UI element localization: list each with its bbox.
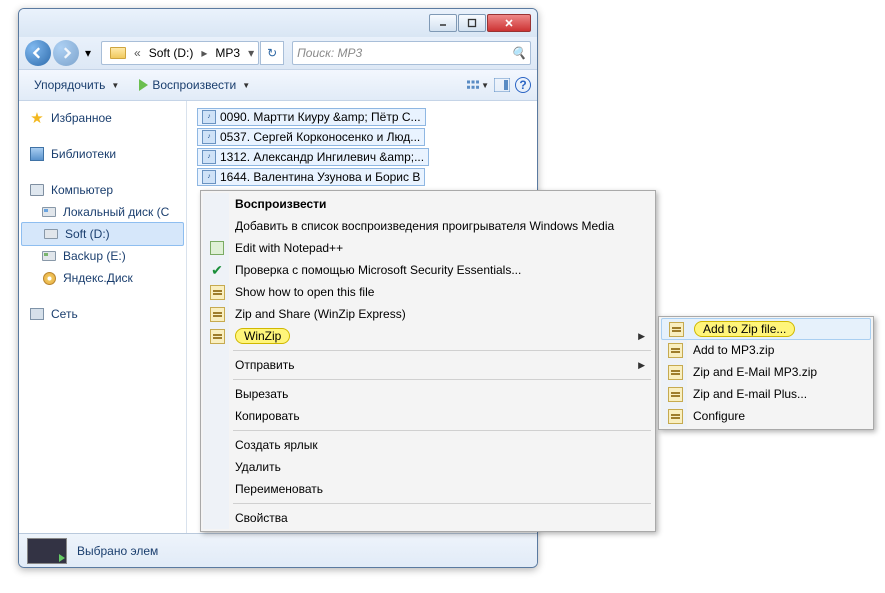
- chevron-down-icon[interactable]: ▾: [246, 46, 256, 60]
- ctx-delete[interactable]: Удалить: [203, 456, 653, 478]
- nav-computer[interactable]: Компьютер: [19, 179, 186, 201]
- nav-libraries[interactable]: Библиотеки: [19, 143, 186, 165]
- sub-configure[interactable]: Configure: [661, 405, 871, 427]
- ctx-copy[interactable]: Копировать: [203, 405, 653, 427]
- winzip-icon: [667, 320, 685, 338]
- computer-icon: [29, 182, 45, 198]
- list-item[interactable]: ♪0090. Мартти Киуру &amp; Пётр С...: [191, 107, 533, 126]
- drive-icon: [41, 204, 57, 220]
- submenu-arrow-icon: ▶: [638, 331, 645, 342]
- toolbar: Упорядочить▼ Воспроизвести▼ ▼ ?: [19, 69, 537, 101]
- status-bar: Выбрано элем: [19, 533, 537, 567]
- network-icon: [29, 306, 45, 322]
- yandex-disk-icon: [41, 270, 57, 286]
- ctx-send-to[interactable]: Отправить▶: [203, 354, 653, 376]
- mp3-icon: ♪: [202, 110, 216, 124]
- nav-drive-d[interactable]: Soft (D:): [21, 222, 184, 246]
- search-input[interactable]: Поиск: MP3 🔍: [292, 41, 531, 65]
- nav-pane: ★Избранное Библиотеки Компьютер Локальны…: [19, 101, 187, 533]
- ctx-play[interactable]: Воспроизвести: [203, 193, 653, 215]
- status-text: Выбрано элем: [77, 544, 158, 558]
- winzip-submenu: Add to Zip file... Add to MP3.zip Zip an…: [658, 316, 874, 430]
- play-icon: [139, 79, 148, 91]
- libraries-icon: [29, 146, 45, 162]
- forward-button[interactable]: [53, 40, 79, 66]
- breadcrumb-chevrons: «: [132, 46, 143, 60]
- back-button[interactable]: [25, 40, 51, 66]
- ctx-cut[interactable]: Вырезать: [203, 383, 653, 405]
- ctx-rename[interactable]: Переименовать: [203, 478, 653, 500]
- winzip-icon: [666, 385, 684, 403]
- preview-pane-button[interactable]: [491, 74, 513, 96]
- thumbnail: [27, 538, 67, 564]
- mp3-icon: ♪: [202, 130, 216, 144]
- drive-icon: [43, 226, 59, 242]
- nav-drive-c[interactable]: Локальный диск (C: [19, 201, 186, 223]
- submenu-arrow-icon: ▶: [638, 360, 645, 371]
- maximize-button[interactable]: [458, 14, 486, 32]
- history-dropdown[interactable]: ▾: [81, 42, 95, 64]
- mp3-icon: ♪: [202, 150, 216, 164]
- close-button[interactable]: [487, 14, 531, 32]
- ctx-how-open[interactable]: Show how to open this file: [203, 281, 653, 303]
- ctx-zip-share[interactable]: Zip and Share (WinZip Express): [203, 303, 653, 325]
- star-icon: ★: [29, 110, 45, 126]
- sub-add-zip[interactable]: Add to Zip file...: [661, 318, 871, 340]
- list-item[interactable]: ♪1312. Александр Ингилевич &amp;...: [191, 147, 533, 166]
- list-item[interactable]: ♪0537. Сергей Корконосенко и Люд...: [191, 127, 533, 146]
- nav-drive-e[interactable]: Backup (E:): [19, 245, 186, 267]
- organize-button[interactable]: Упорядочить▼: [25, 73, 128, 97]
- breadcrumb[interactable]: « Soft (D:) ▸ MP3 ▾: [101, 41, 259, 65]
- nav-network[interactable]: Сеть: [19, 303, 186, 325]
- winzip-icon: [208, 327, 226, 345]
- list-item[interactable]: ♪1644. Валентина Узунова и Борис В: [191, 167, 533, 186]
- search-placeholder: Поиск: MP3: [297, 46, 362, 60]
- winzip-icon: [208, 305, 226, 323]
- drive-icon: [41, 248, 57, 264]
- address-bar: ▾ « Soft (D:) ▸ MP3 ▾ ↻ Поиск: MP3 🔍: [19, 37, 537, 69]
- ctx-winzip[interactable]: WinZip▶: [203, 325, 653, 347]
- shield-icon: ✔: [208, 261, 226, 279]
- help-button[interactable]: ?: [515, 77, 531, 93]
- refresh-button[interactable]: ↻: [260, 41, 284, 65]
- breadcrumb-seg-soft[interactable]: Soft (D:): [143, 42, 200, 64]
- sub-zip-email-plus[interactable]: Zip and E-mail Plus...: [661, 383, 871, 405]
- winzip-icon: [666, 407, 684, 425]
- titlebar: [19, 9, 537, 37]
- ctx-shortcut[interactable]: Создать ярлык: [203, 434, 653, 456]
- nav-yandex-disk[interactable]: Яндекс.Диск: [19, 267, 186, 289]
- mp3-icon: ♪: [202, 170, 216, 184]
- ctx-add-playlist[interactable]: Добавить в список воспроизведения проигр…: [203, 215, 653, 237]
- sub-zip-email[interactable]: Zip and E-Mail MP3.zip: [661, 361, 871, 383]
- winzip-icon: [666, 341, 684, 359]
- play-button[interactable]: Воспроизвести▼: [130, 73, 259, 97]
- view-button[interactable]: ▼: [467, 74, 489, 96]
- winzip-icon: [666, 363, 684, 381]
- search-icon: 🔍: [511, 46, 526, 60]
- context-menu: Воспроизвести Добавить в список воспроиз…: [200, 190, 656, 532]
- folder-icon: [110, 47, 126, 59]
- ctx-mse[interactable]: ✔Проверка с помощью Microsoft Security E…: [203, 259, 653, 281]
- ctx-properties[interactable]: Свойства: [203, 507, 653, 529]
- minimize-button[interactable]: [429, 14, 457, 32]
- sub-add-mp3zip[interactable]: Add to MP3.zip: [661, 339, 871, 361]
- notepadpp-icon: [208, 239, 226, 257]
- winzip-icon: [208, 283, 226, 301]
- breadcrumb-seg-mp3[interactable]: MP3: [209, 42, 246, 64]
- chevron-right-icon: ▸: [199, 46, 209, 60]
- ctx-notepad[interactable]: Edit with Notepad++: [203, 237, 653, 259]
- nav-favorites[interactable]: ★Избранное: [19, 107, 186, 129]
